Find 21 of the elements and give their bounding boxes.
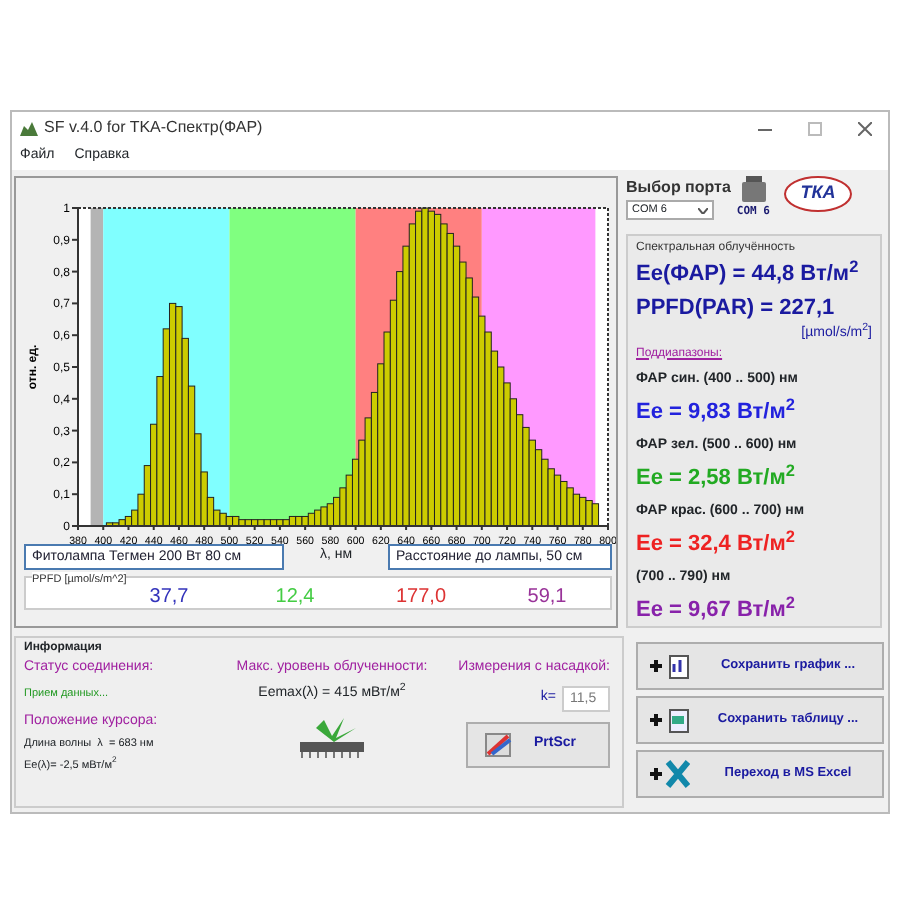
ppfd-value: 177,0	[393, 583, 449, 611]
close-icon[interactable]	[858, 121, 872, 135]
subrange-irradiance: Ee = 32,4 Вт/м$^{2}$	[636, 528, 797, 560]
palette-icon	[484, 730, 514, 758]
ppfd-value: 12,4	[273, 583, 317, 611]
chart-export-icon	[650, 652, 690, 680]
spreadsheet-icon	[650, 760, 690, 788]
port-label: Выбор порта	[626, 176, 731, 200]
subrange-irradiance: Ee = 9,83 Вт/м$^{2}$	[636, 396, 797, 428]
chip-icon	[296, 716, 368, 760]
dropdown-icon	[698, 207, 708, 213]
subrange-irradiance: Ee = 2,58 Вт/м$^{2}$	[636, 462, 797, 494]
logo: ТКА	[783, 176, 852, 212]
subrange-irradiance: Ee = 9,67 Вт/м$^{2}$	[636, 594, 797, 626]
ppfd-value: PPFD(PAR) = 227,1	[636, 293, 837, 323]
ppfd-value: 59,1	[525, 583, 569, 611]
app-icon	[20, 120, 38, 136]
total-irradiance: Ee(ФАР) = 44,8 Вт/м$^{2}$	[636, 258, 861, 290]
connector-icon	[739, 176, 768, 204]
table-export-icon	[650, 706, 690, 734]
window-title: SF v.4.0 for TKA-Спектр(ФАР)	[44, 116, 263, 140]
